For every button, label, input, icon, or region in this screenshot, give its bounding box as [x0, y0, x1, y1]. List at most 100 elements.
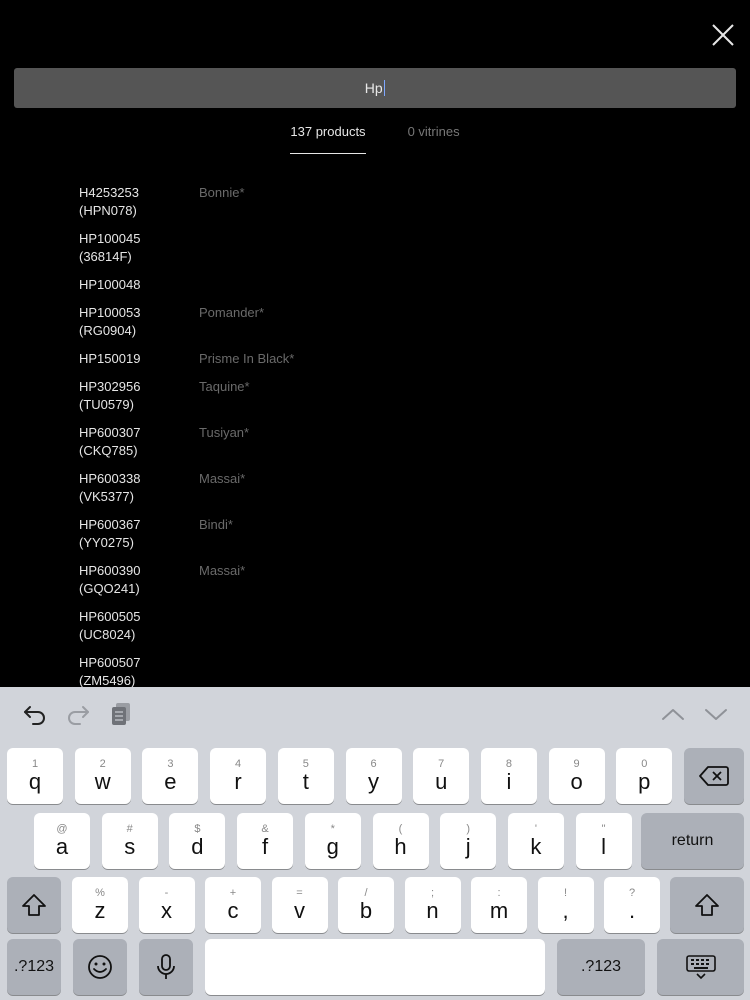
keyboard-toolbar	[0, 687, 750, 741]
product-alt-code: (HPN078)	[79, 203, 137, 218]
key-m[interactable]: :m	[471, 877, 527, 933]
product-alt-code: (TU0579)	[79, 397, 134, 412]
numbers-key-left[interactable]: .?123	[7, 939, 61, 995]
product-row[interactable]: HP600338 (VK5377) Massai*	[79, 470, 679, 506]
product-row[interactable]: HP600505 (UC8024)	[79, 608, 679, 644]
key-e[interactable]: 3e	[142, 748, 199, 804]
emoji-key[interactable]	[73, 939, 127, 995]
key-letter: b	[359, 898, 373, 923]
product-row[interactable]: HP600390 (GQO241) Massai*	[79, 562, 679, 598]
search-screen: Hp 137 products 0 vitrines H4253253 (HPN0…	[0, 0, 750, 1000]
return-key[interactable]: return	[641, 813, 744, 869]
next-field-button[interactable]	[703, 701, 729, 727]
product-name: Bonnie*	[199, 185, 245, 200]
undo-button[interactable]	[22, 701, 48, 727]
key-f[interactable]: & f	[237, 813, 294, 869]
key-i[interactable]: 8i	[480, 748, 537, 804]
result-tabs: 137 products 0 vitrines	[0, 124, 750, 154]
key-a[interactable]: @ a	[34, 813, 90, 869]
numbers-key-label: .?123	[580, 958, 622, 975]
product-row[interactable]: HP100053 (RG0904) Pomander*	[79, 304, 679, 340]
product-row[interactable]: HP100045 (36814F)	[79, 230, 679, 266]
key-s[interactable]: # s	[101, 813, 158, 869]
product-name: Prisme In Black*	[199, 351, 295, 366]
key-letter: t	[302, 769, 309, 794]
product-code: HP600390 (GQO241)	[79, 562, 199, 598]
key-.[interactable]: ?.	[604, 877, 660, 933]
redo-button[interactable]	[65, 701, 91, 727]
microphone-icon	[157, 954, 175, 979]
numbers-key-right[interactable]: .?123	[557, 939, 645, 995]
chevron-down-icon	[705, 709, 727, 720]
product-sku: HP100053	[79, 305, 141, 320]
key-letter: g	[326, 834, 339, 859]
key-letter: x	[161, 898, 172, 923]
key-u[interactable]: 7u	[413, 748, 470, 804]
text-cursor	[383, 80, 386, 96]
key-l[interactable]: " l	[575, 813, 632, 869]
key-k[interactable]: ' k	[507, 813, 564, 869]
product-row[interactable]: H4253253 (HPN078) Bonnie*	[79, 184, 679, 220]
product-code: HP302956 (TU0579)	[79, 378, 199, 414]
key-b[interactable]: / b	[338, 877, 394, 933]
product-row[interactable]: HP150019 Prisme In Black*	[79, 350, 679, 368]
key-letter: p	[638, 769, 651, 794]
key-letter: m	[489, 898, 509, 923]
product-row[interactable]: HP302956 (TU0579) Taquine*	[79, 378, 679, 414]
key-c[interactable]: + c	[205, 877, 261, 933]
product-name: Bindi*	[199, 517, 233, 532]
key-z[interactable]: % z	[72, 877, 128, 933]
return-key-label: return	[671, 832, 714, 849]
key-q[interactable]: 1q	[7, 748, 63, 804]
product-code: HP150019	[79, 350, 199, 368]
key-p[interactable]: 0p	[616, 748, 673, 804]
shift-key-right[interactable]	[670, 877, 744, 933]
key-letter: y	[368, 769, 379, 794]
numbers-key-label: .?123	[13, 958, 55, 975]
product-name: Massai*	[199, 471, 246, 486]
tab-vitrines[interactable]: 0 vitrines	[408, 124, 460, 154]
shift-icon	[22, 894, 46, 916]
key-y[interactable]: 6y	[345, 748, 402, 804]
paste-button[interactable]	[108, 701, 134, 727]
dictation-key[interactable]	[139, 939, 193, 995]
hide-keyboard-key[interactable]	[657, 939, 744, 995]
key-o[interactable]: 9o	[548, 748, 605, 804]
key-g[interactable]: * g	[304, 813, 361, 869]
key-t[interactable]: 5t	[277, 748, 334, 804]
product-row[interactable]: HP600507 (ZM5496)	[79, 654, 679, 690]
key-,[interactable]: !,	[537, 877, 594, 933]
product-alt-code: (36814F)	[79, 249, 132, 264]
product-row[interactable]: HP600367 (YY0275) Bindi*	[79, 516, 679, 552]
key-letter: a	[55, 834, 69, 859]
search-input[interactable]: Hp	[14, 68, 736, 108]
space-bar[interactable]	[205, 939, 545, 995]
key-letter: e	[164, 769, 177, 794]
product-alt-code: (RG0904)	[79, 323, 137, 338]
key-j[interactable]: ) j	[440, 813, 497, 869]
key-n[interactable]: ; n	[404, 877, 461, 933]
previous-field-button[interactable]	[660, 701, 686, 727]
tab-products[interactable]: 137 products	[290, 124, 366, 154]
key-d[interactable]: $ d	[169, 813, 226, 869]
key-letter: w	[94, 769, 111, 794]
key-r[interactable]: 4r	[210, 748, 267, 804]
key-h[interactable]: (h	[372, 813, 429, 869]
product-code: HP600338 (VK5377)	[79, 470, 199, 506]
product-sku: HP150019	[79, 351, 141, 366]
product-row[interactable]: HP600307 (CKQ785) Tusiyan*	[79, 424, 679, 460]
shift-key-left[interactable]	[7, 877, 61, 933]
product-code: H4253253 (HPN078)	[79, 184, 199, 220]
keyboard-dismiss-icon	[685, 955, 716, 980]
product-code: HP600505 (UC8024)	[79, 608, 199, 644]
close-button[interactable]	[710, 22, 736, 48]
key-letter: .	[628, 898, 636, 923]
key-letter: v	[294, 898, 305, 923]
backspace-key[interactable]	[684, 748, 744, 804]
key-letter: u	[435, 769, 448, 794]
key-v[interactable]: = v	[271, 877, 328, 933]
key-w[interactable]: 2w	[74, 748, 131, 804]
key-letter: r	[234, 769, 242, 794]
key-x[interactable]: -x	[138, 877, 195, 933]
product-row[interactable]: HP100048	[79, 276, 679, 294]
